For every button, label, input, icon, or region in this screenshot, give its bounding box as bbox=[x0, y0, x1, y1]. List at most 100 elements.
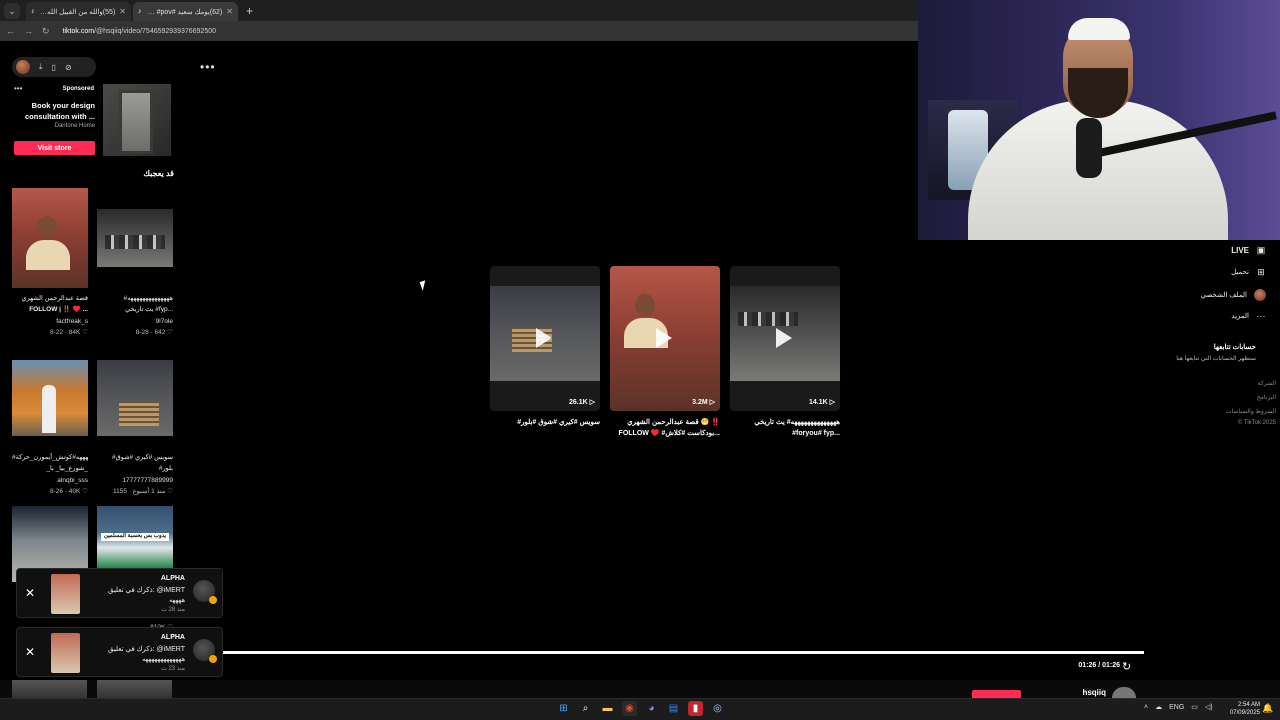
video-meta: 8-22 · 84K ♡ bbox=[50, 329, 88, 336]
view-count: 3.2M bbox=[692, 398, 715, 406]
video-author[interactable]: 17777777889999 bbox=[97, 477, 173, 484]
replay-icon[interactable]: ↻ bbox=[1122, 660, 1131, 673]
video-caption: #ههههه#كوتش_أيمورن_حركة bbox=[12, 454, 88, 461]
notification-time: منذ 28 ث bbox=[161, 607, 185, 613]
browser-tab-active[interactable]: ♪ (62)يومك سعيد #khobar #pov ✕ bbox=[133, 2, 238, 21]
notification-text: ذكرك في تعليق: @iMERT bbox=[107, 587, 185, 594]
nav-profile[interactable]: الملف الشخصي bbox=[1150, 289, 1266, 301]
reload-icon[interactable]: ↻ bbox=[42, 26, 50, 37]
clock[interactable]: 2:54 AM 07/09/2025 bbox=[1222, 701, 1260, 717]
nav-live-label: LIVE bbox=[1231, 245, 1249, 255]
video-meta: 8-26 · 40K ♡ bbox=[50, 488, 88, 495]
video-thumbnail[interactable] bbox=[12, 680, 87, 698]
action-pill: ⤓ ▯ ⊘ bbox=[12, 57, 96, 77]
network-icon[interactable]: ▭ bbox=[1191, 703, 1198, 711]
block-icon[interactable]: ⊘ bbox=[65, 63, 72, 72]
bottom-author[interactable]: hsqiiq bbox=[1060, 688, 1106, 697]
ad-thumbnail[interactable] bbox=[103, 84, 171, 156]
follow-button[interactable] bbox=[972, 690, 1021, 698]
video-caption-line2: #بلور bbox=[158, 465, 173, 472]
video-thumbnail[interactable] bbox=[12, 360, 88, 436]
forward-icon[interactable]: → bbox=[24, 26, 33, 36]
video-progress-bar[interactable] bbox=[223, 651, 1144, 654]
visit-store-button[interactable]: Visit store bbox=[14, 141, 95, 155]
video-caption-line2: _شورع_بيا_ با_ bbox=[46, 465, 88, 472]
ad-brand: Dantone Home bbox=[54, 123, 95, 129]
notification-toast[interactable]: ✕ ALPHA ذكرك في تعليق: @iMERT ههههه منذ … bbox=[16, 568, 223, 618]
video-thumbnail[interactable] bbox=[97, 680, 172, 698]
tab-close-icon[interactable]: ✕ bbox=[119, 7, 126, 16]
outlook-icon[interactable]: ▤ bbox=[666, 701, 681, 716]
tab-search-menu-icon[interactable]: ⌄ bbox=[4, 3, 20, 19]
nav-live[interactable]: LIVE ▣ bbox=[1150, 245, 1266, 255]
mouse-cursor bbox=[419, 280, 429, 291]
notification-avatar bbox=[193, 580, 217, 604]
video-thumbnail[interactable] bbox=[97, 209, 173, 267]
tab-label: (62)يومك سعيد #khobar #pov bbox=[146, 8, 223, 16]
related-video-card[interactable]: 26.1K bbox=[490, 266, 600, 411]
close-icon[interactable]: ✕ bbox=[25, 645, 35, 659]
thumbnail-caption: يدوب بس بحسبة المسلمين bbox=[101, 533, 169, 541]
ad-headline[interactable]: Book your design consultation with ... bbox=[14, 100, 95, 122]
phone-icon[interactable]: ▯ bbox=[52, 63, 56, 72]
notification-comment: ههههه bbox=[169, 597, 185, 604]
you-may-like-title: قد يعجبك bbox=[143, 169, 174, 178]
video-time: 01:26 / 01:26 bbox=[1078, 662, 1120, 669]
video-caption: #ههههههههههههههه bbox=[123, 295, 174, 302]
webcam-overlay bbox=[918, 0, 1280, 240]
search-icon[interactable]: ⌕ bbox=[578, 701, 593, 716]
video-author[interactable]: alnqbi_sss bbox=[12, 477, 88, 484]
chrome-icon[interactable]: ◉ bbox=[622, 701, 637, 716]
discord-icon[interactable]: ◕ bbox=[644, 701, 659, 716]
notification-toast[interactable]: ✕ ALPHA ذكرك في تعليق: @iMERT هههههههههه… bbox=[16, 627, 223, 677]
footer-link-program[interactable]: البرنامج bbox=[1180, 394, 1276, 401]
nav-profile-label: الملف الشخصي bbox=[1200, 292, 1247, 299]
notification-name: ALPHA bbox=[160, 575, 185, 582]
footer-link-terms[interactable]: الشروط والسياسات bbox=[1180, 408, 1276, 415]
notification-comment: هههههههههههههه bbox=[142, 656, 185, 663]
download-icon[interactable]: ⤓ bbox=[39, 62, 43, 72]
webcam-person-cap bbox=[1068, 18, 1130, 40]
steam-icon[interactable]: ◎ bbox=[710, 701, 725, 716]
browser-tab-bar: ⌄ ♪ (55)والله من القبيل الله يزيده ♥ ✕ ♪… bbox=[0, 0, 918, 21]
file-explorer-icon[interactable]: ▬ bbox=[600, 701, 615, 716]
notification-avatar bbox=[193, 639, 217, 663]
notification-thumbnail bbox=[51, 574, 80, 614]
language-indicator[interactable]: ENG bbox=[1169, 704, 1184, 711]
more-options-icon[interactable]: ••• bbox=[200, 60, 216, 74]
back-icon[interactable]: ← bbox=[6, 26, 15, 36]
windows-start-icon[interactable]: ⊞ bbox=[556, 701, 571, 716]
related-video-card[interactable]: 3.2M bbox=[610, 266, 720, 411]
close-icon[interactable]: ✕ bbox=[25, 586, 35, 600]
related-video-card[interactable]: 14.1K bbox=[730, 266, 840, 411]
nav-upload-label: تحميل bbox=[1231, 269, 1249, 276]
chevron-up-icon[interactable]: ˄ bbox=[1144, 704, 1148, 711]
video-thumbnail[interactable] bbox=[12, 188, 88, 288]
footer-link-company[interactable]: الشركة bbox=[1180, 380, 1276, 387]
video-thumbnail[interactable] bbox=[97, 360, 173, 436]
ad-sponsored-label: Sponsored bbox=[62, 86, 94, 92]
url-domain: tiktok.com bbox=[62, 27, 95, 35]
nav-more-label: المزيد bbox=[1231, 313, 1249, 320]
app-icon[interactable]: ▮ bbox=[688, 701, 703, 716]
related-video-title[interactable]: قصة عبدالرحمن الشهري 😁 ‼️ FOLLOW ♥️ #بود… bbox=[610, 417, 720, 439]
tab-close-icon[interactable]: ✕ bbox=[226, 7, 233, 16]
video-author[interactable]: factfreak_s bbox=[12, 318, 88, 325]
creator-avatar[interactable] bbox=[16, 60, 30, 74]
cloud-icon[interactable]: ☁ bbox=[1155, 703, 1162, 711]
related-video-title[interactable]: ههههههههههههههه# يث تاريخي #foryou# fyp.… bbox=[730, 417, 840, 439]
ad-options-icon[interactable]: ••• bbox=[14, 84, 22, 93]
browser-tab[interactable]: ♪ (55)والله من القبيل الله يزيده ♥ ✕ bbox=[26, 2, 131, 21]
volume-icon[interactable]: ◁) bbox=[1205, 703, 1213, 711]
video-caption: #سويس #كيري #شوق bbox=[112, 454, 173, 461]
new-tab-button[interactable]: + bbox=[246, 4, 253, 18]
nav-more[interactable]: المزيد ⋯ bbox=[1150, 311, 1266, 321]
notification-bell-icon[interactable]: 🔔 bbox=[1262, 703, 1273, 714]
url-field[interactable]: tiktok.com/@hsqiiq/video/754659293937669… bbox=[63, 28, 216, 35]
webcam-microphone bbox=[1076, 118, 1102, 178]
play-icon bbox=[536, 328, 552, 348]
nav-upload[interactable]: تحميل ⊞ bbox=[1150, 267, 1266, 277]
related-video-title[interactable]: #سويس #كيري #شوق #بلور bbox=[490, 417, 600, 428]
video-author[interactable]: 9l7ole bbox=[97, 318, 173, 325]
clock-time: 2:54 AM bbox=[1237, 702, 1260, 708]
